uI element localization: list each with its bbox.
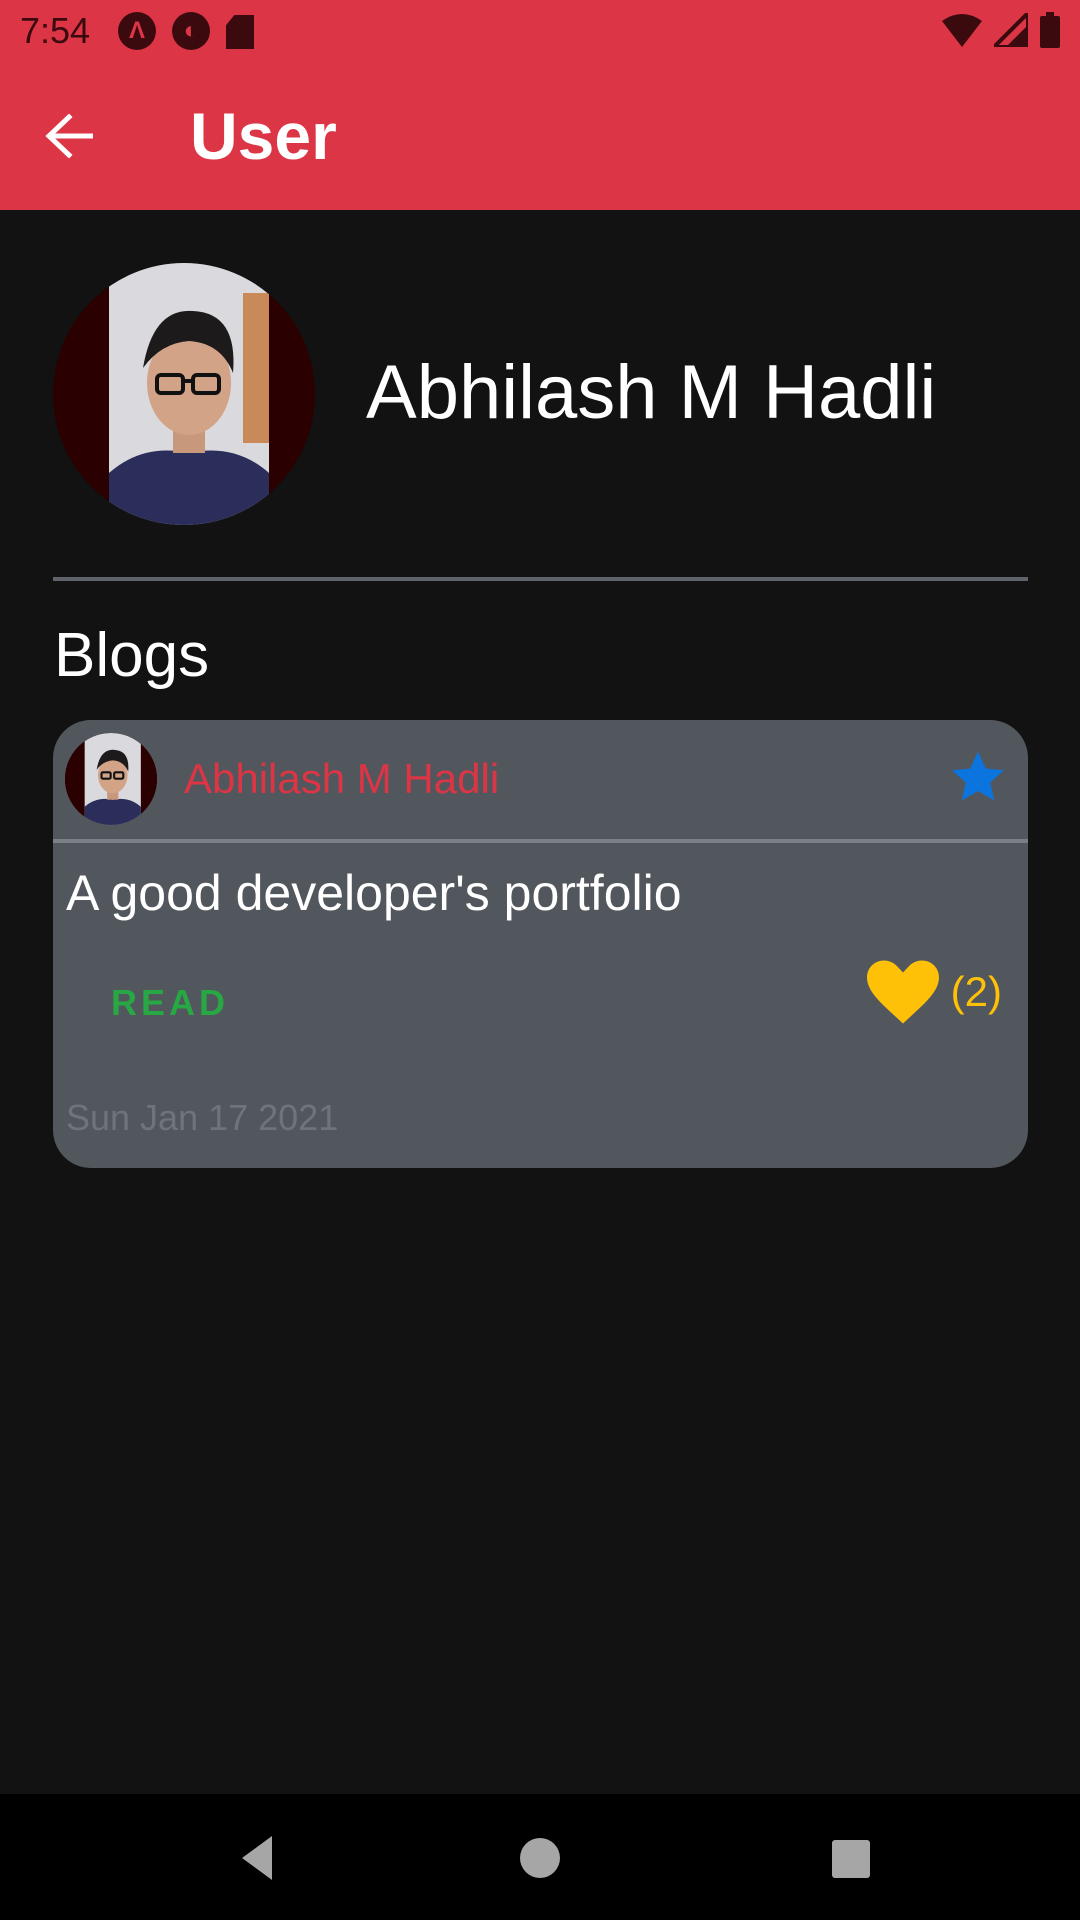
- user-screen: 7:54 Λ ◐ User Abhilash M Hadli Blogs Abh…: [0, 0, 1080, 1920]
- blog-card[interactable]: Abhilash M Hadli A good developer's port…: [53, 720, 1028, 1168]
- avatar-photo: [65, 733, 157, 825]
- heart-icon[interactable]: [866, 960, 939, 1024]
- blog-author-name[interactable]: Abhilash M Hadli: [184, 758, 499, 800]
- section-divider: [53, 577, 1028, 581]
- card-divider: [53, 839, 1028, 843]
- back-button[interactable]: [36, 103, 102, 169]
- battery-icon: [1040, 12, 1060, 48]
- favorite-button[interactable]: [948, 748, 1008, 808]
- author-avatar: [65, 733, 157, 825]
- nav-recents-button[interactable]: [820, 1828, 880, 1888]
- wifi-icon: [942, 14, 982, 47]
- star-icon: [952, 751, 1004, 801]
- app-bar: User: [0, 63, 1080, 210]
- system-nav-bar: [0, 1794, 1080, 1920]
- arrow-left-icon: [45, 114, 93, 158]
- read-button[interactable]: READ: [111, 985, 229, 1021]
- blog-date: Sun Jan 17 2021: [66, 1097, 339, 1138]
- status-time: 7:54: [20, 10, 91, 51]
- nav-back-button[interactable]: [224, 1828, 284, 1888]
- status-icons-right: [942, 12, 1060, 48]
- blog-card-header: Abhilash M Hadli: [53, 720, 1028, 839]
- nav-back-icon: [242, 1836, 272, 1880]
- sd-card-icon: [226, 15, 254, 49]
- nav-home-button[interactable]: [510, 1828, 570, 1888]
- notification-icon: ◐: [172, 12, 210, 50]
- signal-icon: [994, 13, 1028, 47]
- like-count: (2): [950, 968, 1002, 1015]
- page-title: User: [190, 99, 337, 173]
- status-icons-left: Λ ◐: [118, 12, 254, 50]
- blog-title: A good developer's portfolio: [66, 865, 682, 921]
- blogs-heading: Blogs: [54, 621, 210, 690]
- angular-icon: Λ: [118, 12, 156, 50]
- profile-avatar: [53, 263, 315, 525]
- nav-home-icon: [520, 1838, 560, 1878]
- profile-name: Abhilash M Hadli: [366, 350, 937, 435]
- avatar-photo: [53, 263, 315, 525]
- nav-recents-icon: [832, 1840, 870, 1878]
- like-area: (2): [866, 960, 1002, 1024]
- status-bar: 7:54 Λ ◐: [0, 0, 1080, 63]
